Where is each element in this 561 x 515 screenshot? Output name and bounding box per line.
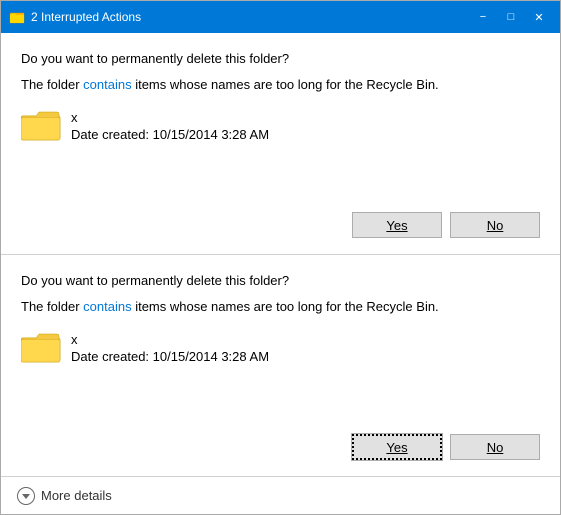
button-row-1: Yes No xyxy=(21,212,540,238)
folder-info-1: x Date created: 10/15/2014 3:28 AM xyxy=(71,108,269,142)
button-row-2: Yes No xyxy=(21,434,540,460)
bottom-bar: More details xyxy=(1,476,560,514)
folder-icon-1 xyxy=(21,108,61,142)
folder-date-2: Date created: 10/15/2014 3:28 AM xyxy=(71,349,269,364)
more-details-button[interactable]: More details xyxy=(17,487,112,505)
highlight-2: contains xyxy=(83,299,131,314)
title-bar: 2 Interrupted Actions − □ ✕ xyxy=(1,1,560,33)
minimize-button[interactable]: − xyxy=(470,7,496,27)
folder-row-1: x Date created: 10/15/2014 3:28 AM xyxy=(21,108,540,142)
question-text-1: Do you want to permanently delete this f… xyxy=(21,51,540,66)
folder-name-2: x xyxy=(71,332,269,347)
yes-button-2[interactable]: Yes xyxy=(352,434,442,460)
dialog-window: 2 Interrupted Actions − □ ✕ Do you want … xyxy=(0,0,561,515)
folder-info-2: x Date created: 10/15/2014 3:28 AM xyxy=(71,330,269,364)
dialog-panel-2: Do you want to permanently delete this f… xyxy=(1,255,560,476)
highlight-1: contains xyxy=(83,77,131,92)
no-button-1[interactable]: No xyxy=(450,212,540,238)
title-bar-text: 2 Interrupted Actions xyxy=(31,10,470,24)
yes-button-1[interactable]: Yes xyxy=(352,212,442,238)
title-bar-controls: − □ ✕ xyxy=(470,7,552,27)
folder-icon-2 xyxy=(21,330,61,364)
maximize-button[interactable]: □ xyxy=(498,7,524,27)
folder-date-1: Date created: 10/15/2014 3:28 AM xyxy=(71,127,269,142)
question-text-2: Do you want to permanently delete this f… xyxy=(21,273,540,288)
window-content: Do you want to permanently delete this f… xyxy=(1,33,560,514)
folder-row-2: x Date created: 10/15/2014 3:28 AM xyxy=(21,330,540,364)
window-icon xyxy=(9,9,25,25)
close-button[interactable]: ✕ xyxy=(526,7,552,27)
folder-name-1: x xyxy=(71,110,269,125)
more-details-label: More details xyxy=(41,488,112,503)
no-button-2[interactable]: No xyxy=(450,434,540,460)
chevron-down-icon xyxy=(22,494,30,499)
chevron-circle-icon xyxy=(17,487,35,505)
dialog-panel-1: Do you want to permanently delete this f… xyxy=(1,33,560,254)
info-text-2: The folder contains items whose names ar… xyxy=(21,298,540,316)
info-text-1: The folder contains items whose names ar… xyxy=(21,76,540,94)
